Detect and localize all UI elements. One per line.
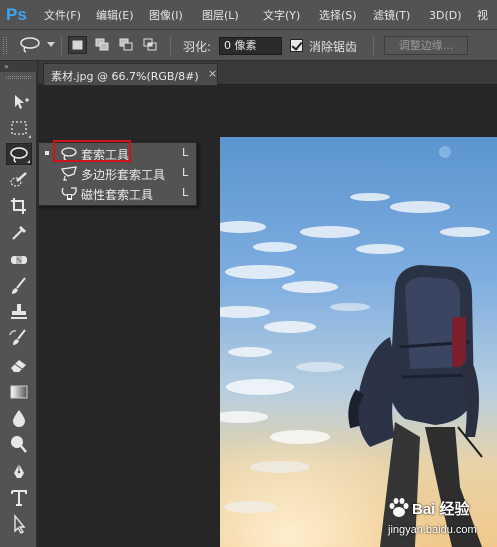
document-tab-bar: 素材.jpg @ 66.7%(RGB/8#) × bbox=[38, 61, 497, 85]
tools-panel: » bbox=[0, 61, 37, 547]
history-brush-icon[interactable] bbox=[6, 327, 32, 349]
refine-edge-button[interactable]: 调整边缘... bbox=[384, 36, 468, 55]
flyout-item-shortcut: L bbox=[182, 146, 189, 159]
options-separator bbox=[170, 36, 171, 55]
polygonal-lasso-icon bbox=[59, 165, 79, 182]
intersect-selection-icon[interactable] bbox=[141, 36, 160, 54]
menu-3d[interactable]: 3D(D) bbox=[429, 7, 462, 24]
pen-tool-icon[interactable] bbox=[6, 461, 32, 483]
path-selection-icon[interactable] bbox=[6, 513, 32, 535]
flyout-item-label: 套索工具 bbox=[81, 148, 130, 162]
flyout-item-polygonal-lasso[interactable]: 多边形套索工具 L bbox=[39, 164, 196, 183]
feather-label: 羽化: bbox=[183, 40, 212, 54]
menu-image[interactable]: 图像(I) bbox=[149, 7, 183, 24]
eyedropper-icon[interactable] bbox=[6, 221, 32, 243]
menu-layer[interactable]: 图层(L) bbox=[202, 7, 239, 24]
paw-logo-icon bbox=[389, 498, 409, 517]
menu-edit[interactable]: 编辑(E) bbox=[96, 7, 134, 24]
close-icon[interactable]: × bbox=[208, 67, 217, 80]
document-tab-title: 素材.jpg @ 66.7%(RGB/8#) bbox=[51, 70, 199, 83]
flyout-item-magnetic-lasso[interactable]: 磁性套索工具 L bbox=[39, 184, 196, 203]
subtract-from-selection-icon[interactable] bbox=[117, 36, 136, 54]
document-image[interactable] bbox=[220, 137, 497, 547]
blur-icon[interactable] bbox=[6, 407, 32, 429]
menu-file[interactable]: 文件(F) bbox=[44, 7, 81, 24]
lasso-icon[interactable] bbox=[18, 36, 44, 54]
flyout-item-shortcut: L bbox=[182, 166, 189, 179]
tool-group-indicator bbox=[27, 160, 30, 163]
add-to-selection-icon[interactable] bbox=[93, 36, 112, 54]
tools-panel-grip[interactable] bbox=[6, 76, 31, 79]
tool-preset-picker-icon[interactable] bbox=[47, 42, 55, 47]
rectangular-marquee-icon[interactable] bbox=[6, 117, 32, 139]
lasso-icon bbox=[59, 145, 79, 162]
move-tool-icon[interactable] bbox=[6, 91, 32, 113]
options-separator bbox=[373, 36, 374, 55]
watermark-url: jingyan.baidu.com bbox=[388, 524, 477, 536]
options-bar-grip[interactable] bbox=[3, 37, 7, 54]
type-tool-icon[interactable] bbox=[6, 487, 32, 509]
flyout-item-lasso[interactable]: 套索工具 L bbox=[39, 144, 196, 163]
brush-tool-icon[interactable] bbox=[6, 275, 32, 297]
clone-stamp-icon[interactable] bbox=[6, 301, 32, 323]
menu-bar: Ps 文件(F) 编辑(E) 图像(I) 图层(L) 文字(Y) 选择(S) 滤… bbox=[0, 0, 497, 30]
magnetic-lasso-icon bbox=[59, 185, 79, 202]
watermark-text: Bai 经验 bbox=[412, 501, 470, 518]
dodge-icon[interactable] bbox=[6, 433, 32, 455]
new-selection-icon[interactable] bbox=[68, 36, 87, 54]
photoshop-logo: Ps bbox=[6, 5, 27, 24]
menu-select[interactable]: 选择(S) bbox=[319, 7, 357, 24]
antialias-checkbox[interactable] bbox=[290, 39, 303, 52]
flyout-item-label: 多边形套索工具 bbox=[81, 168, 166, 182]
flyout-item-shortcut: L bbox=[182, 186, 189, 199]
quick-selection-icon[interactable] bbox=[6, 169, 32, 191]
watermark: Bai 经验 jingyan.baidu.com bbox=[372, 493, 497, 547]
document-tab[interactable]: 素材.jpg @ 66.7%(RGB/8#) × bbox=[43, 63, 218, 85]
menu-view[interactable]: 视 bbox=[477, 7, 488, 24]
lasso-tools-flyout: 套索工具 L 多边形套索工具 L 磁性套索工具 L bbox=[38, 142, 197, 206]
tool-group-indicator bbox=[28, 135, 31, 138]
lasso-tool-icon[interactable] bbox=[6, 143, 32, 165]
tools-panel-collapse[interactable]: » bbox=[0, 61, 37, 72]
selected-bullet-icon bbox=[45, 151, 49, 155]
gradient-icon[interactable] bbox=[6, 381, 32, 403]
menu-filter[interactable]: 滤镜(T) bbox=[373, 7, 410, 24]
options-separator bbox=[61, 36, 62, 55]
crop-tool-icon[interactable] bbox=[6, 195, 32, 217]
antialias-label: 消除锯齿 bbox=[309, 40, 358, 54]
feather-field[interactable]: 0 像素 bbox=[219, 37, 282, 55]
flyout-item-label: 磁性套索工具 bbox=[81, 188, 154, 202]
spot-healing-icon[interactable] bbox=[6, 249, 32, 271]
menu-type[interactable]: 文字(Y) bbox=[263, 7, 300, 24]
eraser-icon[interactable] bbox=[6, 353, 32, 375]
options-bar: 羽化: 0 像素 消除锯齿 调整边缘... bbox=[0, 30, 497, 61]
